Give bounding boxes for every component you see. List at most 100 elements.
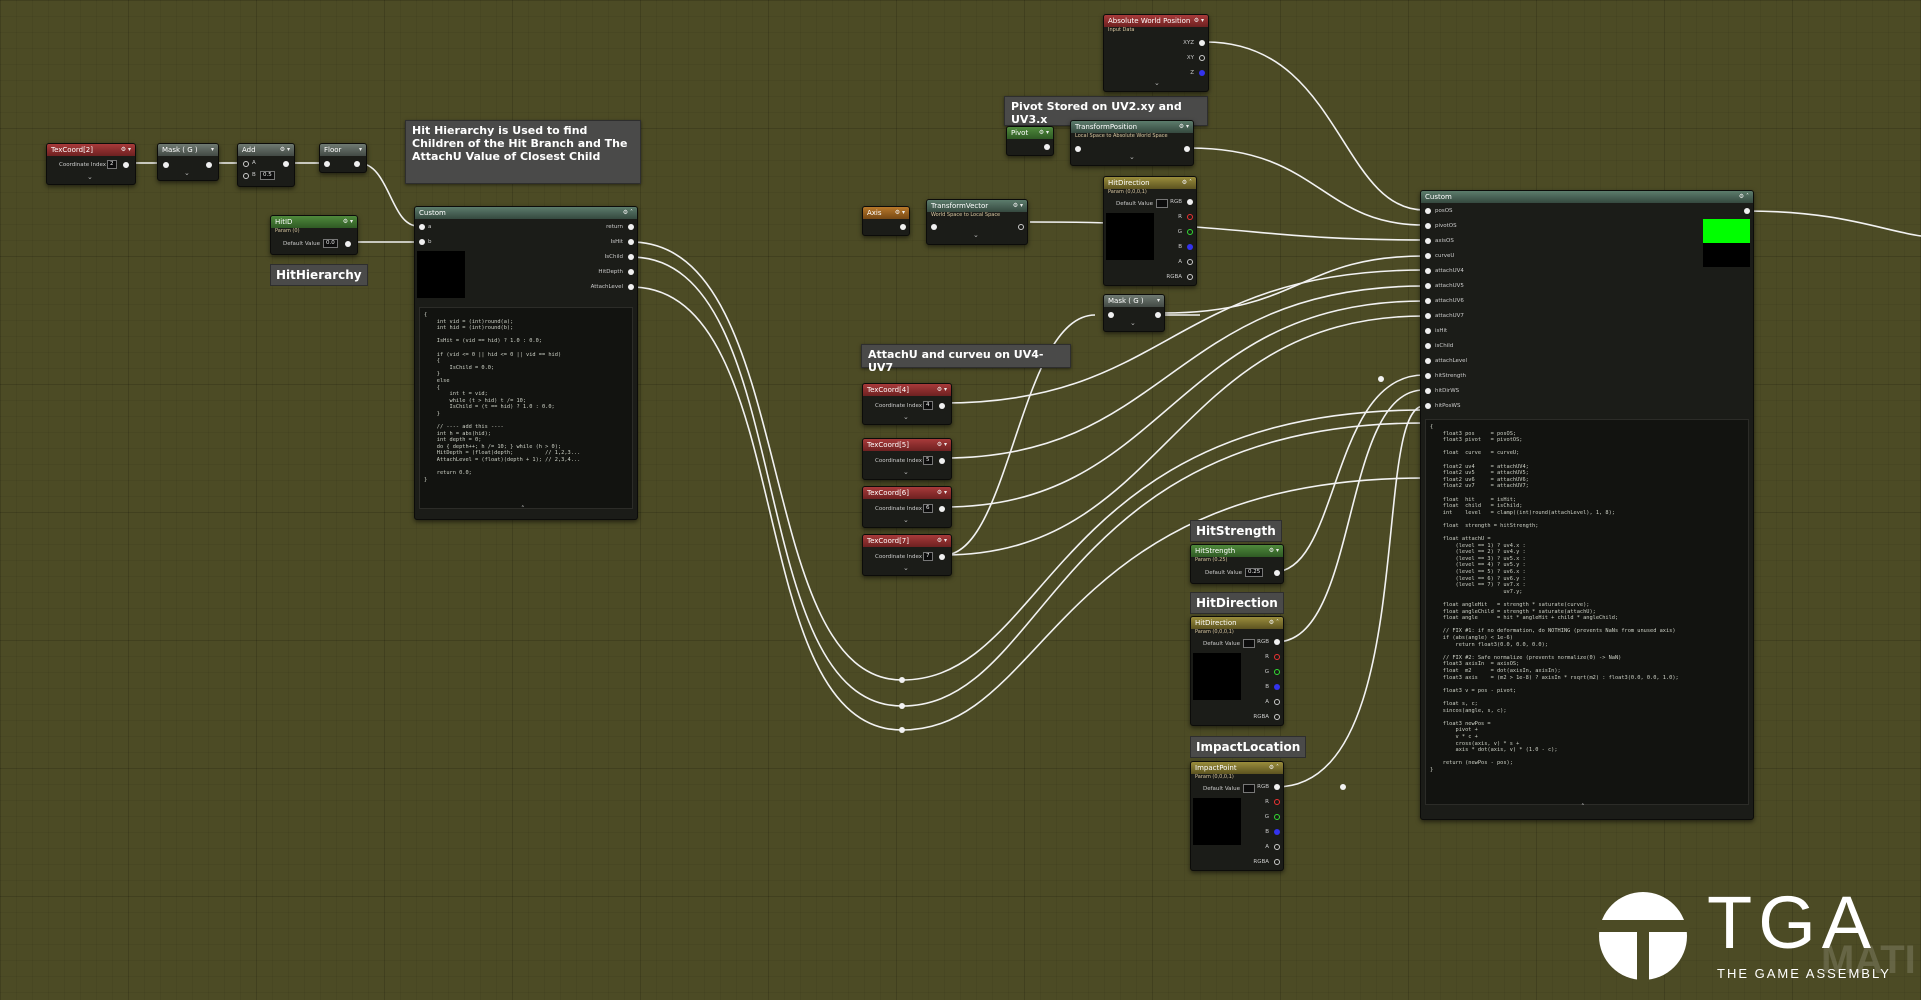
node-hitdirection-top[interactable]: HitDirection ⚙ ˄ Param (0,0,0,1) Default … — [1103, 176, 1197, 286]
node-absolute-world-position[interactable]: Absolute World Position ⚙ ▾ Input Data XY… — [1103, 14, 1209, 92]
node-texcoord7[interactable]: TexCoord[7] ⚙ ▾ Coordinate Index 7 ⌄ — [862, 534, 952, 576]
comment-hit-hierarchy[interactable]: Hit Hierarchy is Used to find Children o… — [405, 120, 641, 184]
chevron-down-icon[interactable]: ⌄ — [184, 169, 190, 177]
input-pin[interactable] — [931, 224, 937, 230]
output-pin[interactable] — [1018, 224, 1024, 230]
node-mask-g[interactable]: Mask ( G ) ▾ ⌄ — [157, 143, 219, 181]
node-floor[interactable]: Floor ▾ — [319, 143, 367, 173]
collapse-icon[interactable]: ⚙ ▾ — [937, 487, 947, 499]
node-texcoord2[interactable]: TexCoord[2] ⚙ ▾ Coordinate Index 2 ⌄ — [46, 143, 136, 185]
node-impactpoint[interactable]: ImpactPoint ⚙ ˄ Param (0,0,0,1) Default V… — [1190, 761, 1284, 871]
output-pin[interactable] — [939, 506, 945, 512]
input-pin-attachuv6[interactable] — [1425, 298, 1431, 304]
node-texcoord5[interactable]: TexCoord[5] ⚙ ▾ Coordinate Index 5 ⌄ — [862, 438, 952, 480]
coordinate-index-input[interactable]: 7 — [923, 552, 933, 561]
chevron-down-icon[interactable]: ⌄ — [903, 516, 909, 524]
collapse-icon[interactable]: ⚙ ▾ — [121, 144, 131, 156]
chevron-up-icon[interactable]: ˄ — [521, 505, 525, 513]
collapse-icon[interactable]: ⚙ ▾ — [1269, 545, 1279, 557]
node-custom-hierarchy[interactable]: Custom ⚙ ˄ a b return IsHit IsChild HitDe… — [414, 206, 638, 520]
output-pin-ischild[interactable] — [628, 254, 634, 260]
label-hitstrength[interactable]: HitStrength — [1190, 520, 1282, 542]
output-pin-hitdepth[interactable] — [628, 269, 634, 275]
input-pin-attachuv7[interactable] — [1425, 313, 1431, 319]
output-pin-rgba[interactable] — [1187, 274, 1193, 280]
collapse-icon[interactable]: ⚙ ▾ — [937, 439, 947, 451]
output-pin-ishit[interactable] — [628, 239, 634, 245]
output-pin-r[interactable] — [1274, 654, 1280, 660]
output-pin[interactable] — [283, 161, 289, 167]
node-pivot-mask[interactable]: Pivot ⚙ ▾ — [1006, 126, 1054, 156]
default-value-input[interactable]: 0.25 — [1245, 568, 1264, 577]
input-pin-hitdirws[interactable] — [1425, 388, 1431, 394]
input-pin[interactable] — [1075, 146, 1081, 152]
collapse-icon[interactable]: ⚙ ˄ — [1269, 617, 1279, 629]
collapse-icon[interactable]: ⚙ ˄ — [1739, 191, 1749, 203]
output-pin[interactable] — [900, 224, 906, 230]
default-value-input[interactable]: 0.0 — [323, 239, 338, 248]
output-pin-a[interactable] — [1274, 699, 1280, 705]
node-custom-deform[interactable]: Custom ⚙ ˄ posOS pivotOS axisOS curveU at… — [1420, 190, 1754, 820]
input-pin-ishit[interactable] — [1425, 328, 1431, 334]
output-pin[interactable] — [939, 403, 945, 409]
output-pin-return[interactable] — [628, 224, 634, 230]
output-pin-b[interactable] — [1274, 684, 1280, 690]
input-pin-curveu[interactable] — [1425, 253, 1431, 259]
collapse-icon[interactable]: ▾ — [359, 144, 362, 156]
label-hithierarchy[interactable]: HitHierarchy — [270, 264, 368, 286]
collapse-icon[interactable]: ⚙ ▾ — [1179, 121, 1189, 133]
collapse-icon[interactable]: ⚙ ˄ — [1269, 762, 1279, 774]
chevron-down-icon[interactable]: ⌄ — [903, 564, 909, 572]
node-transform-vector[interactable]: TransformVector ⚙ ▾ World Space to Local … — [926, 199, 1028, 245]
output-pin[interactable] — [345, 241, 351, 247]
output-pin-xyz[interactable] — [1199, 40, 1205, 46]
output-pin[interactable] — [1184, 146, 1190, 152]
input-pin-hitposws[interactable] — [1425, 403, 1431, 409]
collapse-icon[interactable]: ⚙ ˄ — [623, 207, 633, 219]
output-pin-g[interactable] — [1274, 669, 1280, 675]
code-editor[interactable]: { float3 pos = posOS; float3 pivot = piv… — [1425, 419, 1749, 805]
coordinate-index-input[interactable]: 5 — [923, 456, 933, 465]
node-transform-position[interactable]: TransformPosition ⚙ ▾ Local Space to Abso… — [1070, 120, 1194, 166]
output-pin[interactable] — [1155, 312, 1161, 318]
output-pin[interactable] — [1044, 144, 1050, 150]
input-pin-attachlevel[interactable] — [1425, 358, 1431, 364]
output-pin[interactable] — [354, 161, 360, 167]
output-pin[interactable] — [206, 162, 212, 168]
collapse-icon[interactable]: ⚙ ▾ — [937, 384, 947, 396]
output-pin-r[interactable] — [1274, 799, 1280, 805]
chevron-down-icon[interactable]: ⌄ — [1154, 79, 1160, 87]
output-pin[interactable] — [1274, 570, 1280, 576]
output-pin-rgb[interactable] — [1187, 199, 1193, 205]
node-hitid[interactable]: HitID ⚙ ▾ Param (0) Default Value 0.0 — [270, 215, 358, 255]
collapse-icon[interactable]: ▾ — [211, 144, 214, 156]
output-pin-g[interactable] — [1187, 229, 1193, 235]
label-impactlocation[interactable]: ImpactLocation — [1190, 736, 1307, 758]
input-pin-hitstrength[interactable] — [1425, 373, 1431, 379]
output-pin[interactable] — [939, 458, 945, 464]
input-pin-pivotos[interactable] — [1425, 223, 1431, 229]
output-pin-rgba[interactable] — [1274, 714, 1280, 720]
node-mask-g-2[interactable]: Mask ( G ) ▾ ⌄ — [1103, 294, 1165, 332]
collapse-icon[interactable]: ⚙ ▾ — [1039, 127, 1049, 139]
output-pin-rgb[interactable] — [1274, 639, 1280, 645]
input-pin[interactable] — [1108, 312, 1114, 318]
input-pin-attachuv5[interactable] — [1425, 283, 1431, 289]
collapse-icon[interactable]: ⚙ ▾ — [343, 216, 353, 228]
node-axis[interactable]: Axis ⚙ ▾ — [862, 206, 910, 236]
chevron-down-icon[interactable]: ⌄ — [903, 468, 909, 476]
output-pin-b[interactable] — [1274, 829, 1280, 835]
output-pin-z[interactable] — [1199, 70, 1205, 76]
input-pin-b[interactable] — [243, 173, 249, 179]
chevron-up-icon[interactable]: ˄ — [1581, 803, 1585, 811]
label-hitdirection[interactable]: HitDirection — [1190, 592, 1284, 614]
input-pin-posos[interactable] — [1425, 208, 1431, 214]
collapse-icon[interactable]: ⚙ ▾ — [895, 207, 905, 219]
output-pin-a[interactable] — [1274, 844, 1280, 850]
collapse-icon[interactable]: ⚙ ▾ — [1194, 15, 1204, 27]
node-add[interactable]: Add ⚙ ▾ A B 0.5 — [237, 143, 295, 187]
output-pin-rgba[interactable] — [1274, 859, 1280, 865]
collapse-icon[interactable]: ⚙ ▾ — [1013, 200, 1023, 212]
chevron-down-icon[interactable]: ⌄ — [1130, 319, 1136, 327]
input-pin-axisos[interactable] — [1425, 238, 1431, 244]
